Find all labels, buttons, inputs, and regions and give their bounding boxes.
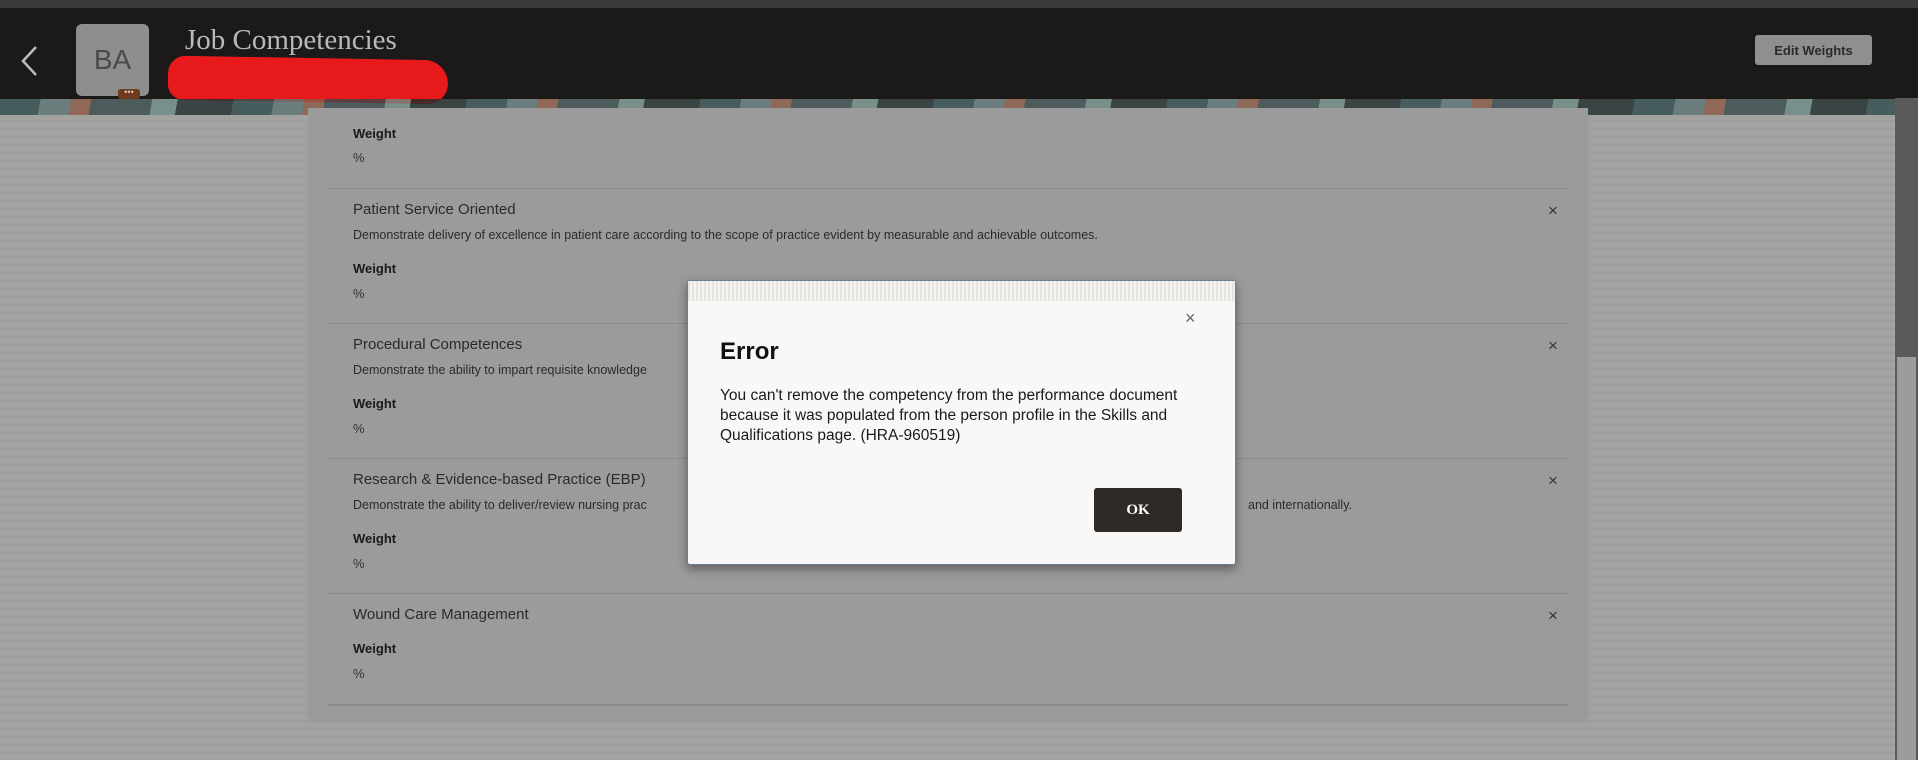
competency-description-tail: and internationally.: [1248, 498, 1353, 512]
weight-label: Weight: [353, 126, 397, 141]
page-title: Job Competencies: [185, 24, 397, 56]
divider: [328, 704, 1568, 706]
competency-description: Demonstrate the ability to impart requis…: [353, 363, 647, 377]
ok-button[interactable]: OK: [1094, 488, 1182, 532]
back-chevron-icon[interactable]: [18, 44, 42, 78]
remove-competency-icon[interactable]: ×: [1548, 201, 1558, 221]
avatar-initials: BA: [93, 44, 132, 75]
remove-competency-icon[interactable]: ×: [1548, 336, 1558, 356]
competency-description: Demonstrate delivery of excellence in pa…: [353, 228, 1098, 242]
competency-title: Patient Service Oriented: [353, 201, 516, 218]
edit-weights-button[interactable]: Edit Weights: [1755, 35, 1872, 65]
weight-label: Weight: [353, 641, 397, 656]
scrollbar-thumb[interactable]: [1897, 357, 1916, 760]
competency-title: Research & Evidence-based Practice (EBP): [353, 471, 646, 488]
dialog-header-texture: [688, 281, 1235, 301]
divider: [328, 593, 1568, 594]
dialog-title: Error: [720, 338, 779, 365]
remove-competency-icon[interactable]: ×: [1548, 606, 1558, 626]
avatar[interactable]: BA •••: [76, 24, 149, 99]
competency-title: Procedural Competences: [353, 336, 523, 353]
page-header: BA ••• Job Competencies Edit Weights: [0, 8, 1918, 105]
close-icon[interactable]: ×: [1185, 308, 1196, 329]
weight-value: %: [353, 286, 365, 301]
weight-label: Weight: [353, 261, 397, 276]
dialog-message: You can't remove the competency from the…: [720, 387, 1178, 444]
weight-label: Weight: [353, 531, 397, 546]
weight-value: %: [353, 556, 365, 571]
remove-competency-icon[interactable]: ×: [1548, 471, 1558, 491]
more-icon[interactable]: •••: [118, 88, 140, 99]
weight-label: Weight: [353, 396, 397, 411]
divider: [328, 188, 1568, 189]
weight-value: %: [353, 666, 365, 681]
weight-value: %: [353, 150, 365, 165]
weight-value: %: [353, 421, 365, 436]
competency-title: Wound Care Management: [353, 606, 529, 623]
browser-top-strip: [0, 0, 1918, 8]
competency-description: Demonstrate the ability to deliver/revie…: [353, 498, 647, 512]
redaction-mark: [167, 55, 449, 105]
error-dialog: × Error You can't remove the competency …: [687, 280, 1236, 565]
